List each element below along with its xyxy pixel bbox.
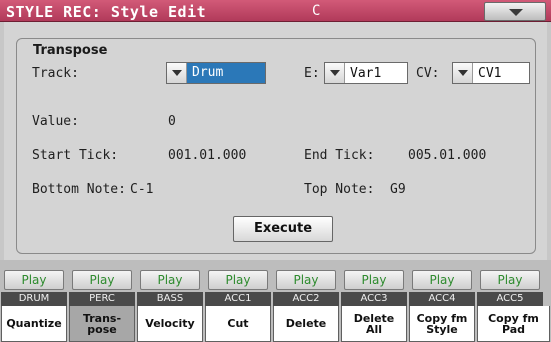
chevron-down-icon [453,63,473,83]
tab-transpose[interactable]: Trans- pose [69,306,135,342]
start-tick-field[interactable]: 001.01.000 [168,148,246,163]
bottom-note-label: Bottom Note: [32,182,126,197]
title-bar: STYLE REC: Style Edit C [0,0,551,22]
track-area: Play Play Play Play Play Play Play Play … [0,260,551,342]
element-dropdown[interactable]: Var1 [324,62,408,84]
tab-velocity[interactable]: Velocity [137,306,203,342]
cv-label: CV: [416,66,440,81]
value-field[interactable]: 0 [168,114,176,129]
tab-quantize[interactable]: Quantize [1,306,67,342]
top-note-field[interactable]: G9 [390,182,406,197]
page-menu-button[interactable] [484,2,546,21]
tab-delete[interactable]: Delete [273,306,339,342]
track-label: Track: [32,66,79,81]
start-tick-label: Start Tick: [32,148,119,163]
end-tick-field[interactable]: 005.01.000 [408,148,486,163]
tab-copy-fm-pad[interactable]: Copy fm Pad [477,306,550,342]
play-button-acc2[interactable]: Play [276,270,336,290]
track-name-acc1: ACC1 [205,292,271,306]
tab-cut[interactable]: Cut [205,306,271,342]
tab-copy-fm-style[interactable]: Copy fm Style [409,306,475,342]
track-name-acc2: ACC2 [273,292,339,306]
play-button-acc3[interactable]: Play [344,270,404,290]
track-name-drum: DRUM [1,292,67,306]
play-button-drum[interactable]: Play [4,270,64,290]
cv-dropdown[interactable]: CV1 [452,62,530,84]
tab-delete-all[interactable]: Delete All [341,306,407,342]
bottom-note-field[interactable]: C-1 [130,182,153,197]
element-label: E: [304,66,320,81]
track-name-acc3: ACC3 [341,292,407,306]
chevron-down-icon [509,9,523,16]
chevron-down-icon [325,63,345,83]
play-button-acc1[interactable]: Play [208,270,268,290]
top-note-label: Top Note: [304,182,375,197]
play-button-acc5[interactable]: Play [480,270,540,290]
execute-button[interactable]: Execute [233,216,333,242]
group-title: Transpose [30,43,111,58]
chevron-down-icon [167,63,187,83]
cv-value: CV1 [478,65,502,81]
track-dropdown[interactable]: Drum [166,62,266,84]
page-title: STYLE REC: Style Edit [6,3,207,21]
track-name-acc4: ACC4 [409,292,475,306]
play-button-perc[interactable]: Play [72,270,132,290]
track-value: Drum [187,63,265,83]
track-name-perc: PERC [69,292,135,306]
value-label: Value: [32,114,79,129]
key-indicator: C [312,3,321,19]
element-value: Var1 [350,65,382,81]
track-name-acc5: ACC5 [477,292,543,306]
play-button-acc4[interactable]: Play [412,270,472,290]
play-button-bass[interactable]: Play [140,270,200,290]
end-tick-label: End Tick: [304,148,375,163]
track-name-bass: BASS [137,292,203,306]
